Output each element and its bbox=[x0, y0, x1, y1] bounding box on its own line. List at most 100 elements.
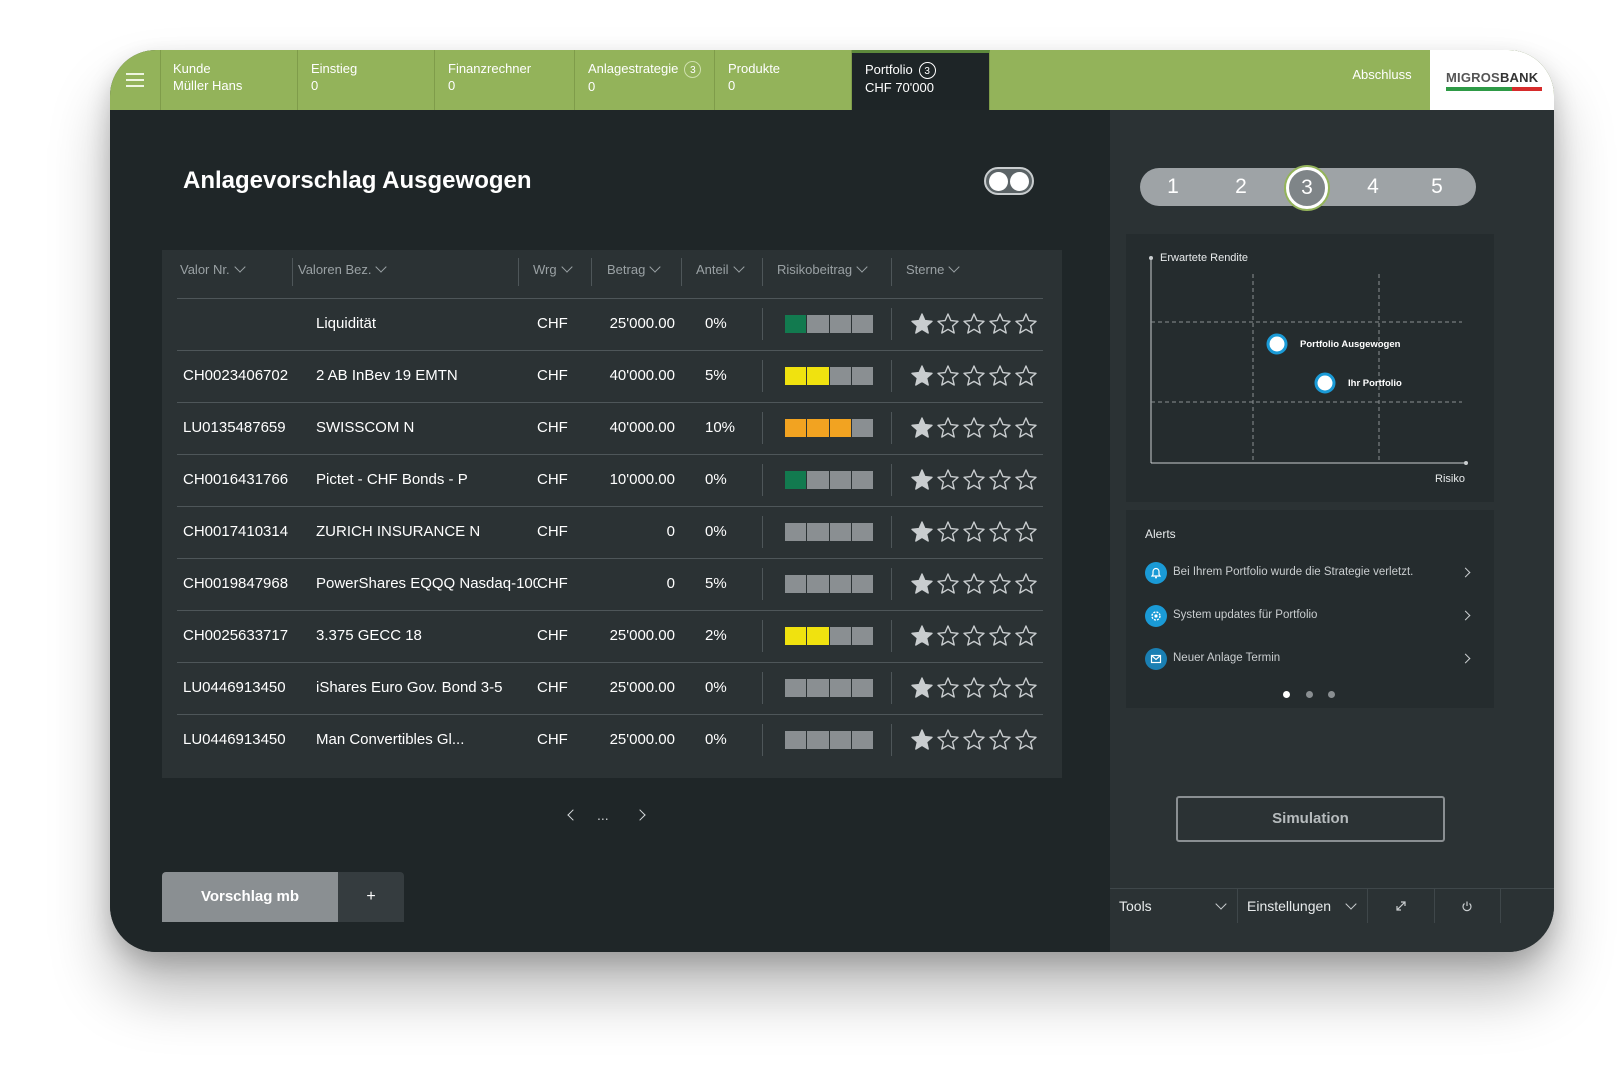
step-3-active[interactable]: 3 bbox=[1286, 167, 1328, 209]
star-filled-icon[interactable] bbox=[909, 364, 935, 388]
point-portfolio-ausgewogen[interactable] bbox=[1266, 333, 1288, 355]
star-outline-icon[interactable] bbox=[961, 364, 987, 388]
star-filled-icon[interactable] bbox=[909, 572, 935, 596]
table-row[interactable]: LU0446913450 iShares Euro Gov. Bond 3-5 CH… bbox=[177, 662, 1043, 715]
tab-vorschlag-mb[interactable]: Vorschlag mb bbox=[162, 872, 338, 922]
table-row[interactable]: CH0025633717 3.375 GECC 18 CHF 25'000.00 2% bbox=[177, 610, 1043, 663]
alert-item[interactable]: Bei Ihrem Portfolio wurde die Strategie … bbox=[1145, 562, 1475, 586]
carousel-dot-active[interactable] bbox=[1283, 691, 1290, 698]
star-outline-icon[interactable] bbox=[935, 676, 961, 700]
star-outline-icon[interactable] bbox=[1013, 624, 1039, 648]
alert-item[interactable]: System updates für Portfolio bbox=[1145, 605, 1475, 629]
star-filled-icon[interactable] bbox=[909, 728, 935, 752]
star-outline-icon[interactable] bbox=[961, 468, 987, 492]
star-rating[interactable] bbox=[909, 624, 1039, 648]
star-rating[interactable] bbox=[909, 676, 1039, 700]
step-4[interactable]: 4 bbox=[1354, 168, 1392, 206]
column-betrag[interactable]: Betrag bbox=[607, 261, 661, 277]
table-row[interactable]: CH0023406702 2 AB InBev 19 EMTN CHF 40'000.… bbox=[177, 350, 1043, 403]
star-outline-icon[interactable] bbox=[935, 364, 961, 388]
star-outline-icon[interactable] bbox=[987, 572, 1013, 596]
chevron-right-icon[interactable] bbox=[634, 807, 649, 823]
star-rating[interactable] bbox=[909, 520, 1039, 544]
star-filled-icon[interactable] bbox=[909, 468, 935, 492]
star-outline-icon[interactable] bbox=[935, 468, 961, 492]
star-filled-icon[interactable] bbox=[909, 676, 935, 700]
star-outline-icon[interactable] bbox=[935, 728, 961, 752]
star-outline-icon[interactable] bbox=[987, 468, 1013, 492]
star-outline-icon[interactable] bbox=[987, 676, 1013, 700]
star-outline-icon[interactable] bbox=[1013, 728, 1039, 752]
star-outline-icon[interactable] bbox=[961, 416, 987, 440]
alert-item[interactable]: Neuer Anlage Termin bbox=[1145, 648, 1475, 672]
star-outline-icon[interactable] bbox=[1013, 676, 1039, 700]
nav-tab-anlagestrategie[interactable]: Anlagestrategie 3 0 bbox=[575, 50, 715, 110]
table-row[interactable]: CH0019847968 PowerShares EQQQ Nasdaq-100 C… bbox=[177, 558, 1043, 611]
column-risikobeitrag[interactable]: Risikobeitrag bbox=[777, 261, 868, 277]
column-wrg[interactable]: Wrg bbox=[533, 261, 573, 277]
star-filled-icon[interactable] bbox=[909, 624, 935, 648]
table-row[interactable]: LU0135487659 SWISSCOM N CHF 40'000.00 10% bbox=[177, 402, 1043, 455]
tools-dropdown[interactable]: Tools bbox=[1110, 889, 1238, 923]
step-2[interactable]: 2 bbox=[1222, 168, 1260, 206]
power-icon[interactable] bbox=[1434, 889, 1501, 923]
carousel-dot[interactable] bbox=[1306, 691, 1313, 698]
table-row[interactable]: LU0446913450 Man Convertibles Gl... CHF 25'… bbox=[177, 714, 1043, 766]
nav-tab-kunde[interactable]: Kunde Müller Hans bbox=[160, 50, 298, 110]
star-rating[interactable] bbox=[909, 468, 1039, 492]
abschluss-button[interactable]: Abschluss bbox=[1332, 50, 1432, 110]
simulation-button[interactable]: Simulation bbox=[1176, 796, 1445, 842]
star-rating[interactable] bbox=[909, 312, 1039, 336]
einstellungen-dropdown[interactable]: Einstellungen bbox=[1238, 889, 1368, 923]
star-outline-icon[interactable] bbox=[961, 312, 987, 336]
column-valoren-bez[interactable]: Valoren Bez. bbox=[298, 261, 388, 277]
star-outline-icon[interactable] bbox=[1013, 364, 1039, 388]
star-filled-icon[interactable] bbox=[909, 416, 935, 440]
star-outline-icon[interactable] bbox=[961, 676, 987, 700]
star-outline-icon[interactable] bbox=[935, 416, 961, 440]
table-row[interactable]: CH0017410314 ZURICH INSURANCE N CHF 0 0% bbox=[177, 506, 1043, 559]
star-outline-icon[interactable] bbox=[961, 572, 987, 596]
star-outline-icon[interactable] bbox=[987, 728, 1013, 752]
column-valor-nr[interactable]: Valor Nr. bbox=[180, 261, 246, 277]
star-rating[interactable] bbox=[909, 572, 1039, 596]
table-row[interactable]: Liquidität CHF 25'000.00 0% bbox=[177, 298, 1043, 351]
column-anteil[interactable]: Anteil bbox=[696, 261, 745, 277]
chevron-left-icon[interactable] bbox=[565, 807, 579, 823]
star-outline-icon[interactable] bbox=[987, 520, 1013, 544]
view-toggle[interactable] bbox=[984, 167, 1034, 195]
star-outline-icon[interactable] bbox=[935, 572, 961, 596]
star-outline-icon[interactable] bbox=[961, 520, 987, 544]
star-outline-icon[interactable] bbox=[987, 624, 1013, 648]
star-rating[interactable] bbox=[909, 364, 1039, 388]
star-outline-icon[interactable] bbox=[935, 520, 961, 544]
nav-tab-einstieg[interactable]: Einstieg 0 bbox=[298, 50, 435, 110]
star-outline-icon[interactable] bbox=[1013, 468, 1039, 492]
expand-icon[interactable] bbox=[1368, 889, 1435, 923]
star-filled-icon[interactable] bbox=[909, 520, 935, 544]
step-1[interactable]: 1 bbox=[1154, 168, 1192, 206]
column-sterne[interactable]: Sterne bbox=[906, 261, 960, 277]
star-rating[interactable] bbox=[909, 416, 1039, 440]
step-5[interactable]: 5 bbox=[1418, 168, 1456, 206]
star-outline-icon[interactable] bbox=[1013, 572, 1039, 596]
menu-icon[interactable] bbox=[110, 50, 161, 110]
star-outline-icon[interactable] bbox=[1013, 520, 1039, 544]
point-ihr-portfolio[interactable] bbox=[1314, 372, 1336, 394]
star-outline-icon[interactable] bbox=[987, 364, 1013, 388]
star-rating[interactable] bbox=[909, 728, 1039, 752]
add-proposal-button[interactable]: + bbox=[338, 872, 404, 922]
nav-tab-produkte[interactable]: Produkte 0 bbox=[715, 50, 852, 110]
star-outline-icon[interactable] bbox=[961, 728, 987, 752]
carousel-dot[interactable] bbox=[1328, 691, 1335, 698]
star-outline-icon[interactable] bbox=[987, 416, 1013, 440]
star-outline-icon[interactable] bbox=[1013, 416, 1039, 440]
star-outline-icon[interactable] bbox=[961, 624, 987, 648]
nav-tab-finanzrechner[interactable]: Finanzrechner 0 bbox=[435, 50, 575, 110]
nav-tab-portfolio[interactable]: Portfolio 3 CHF 70'000 bbox=[852, 50, 990, 110]
star-outline-icon[interactable] bbox=[1013, 312, 1039, 336]
star-outline-icon[interactable] bbox=[935, 312, 961, 336]
star-filled-icon[interactable] bbox=[909, 312, 935, 336]
table-row[interactable]: CH0016431766 Pictet - CHF Bonds - P CHF 10'… bbox=[177, 454, 1043, 507]
star-outline-icon[interactable] bbox=[987, 312, 1013, 336]
